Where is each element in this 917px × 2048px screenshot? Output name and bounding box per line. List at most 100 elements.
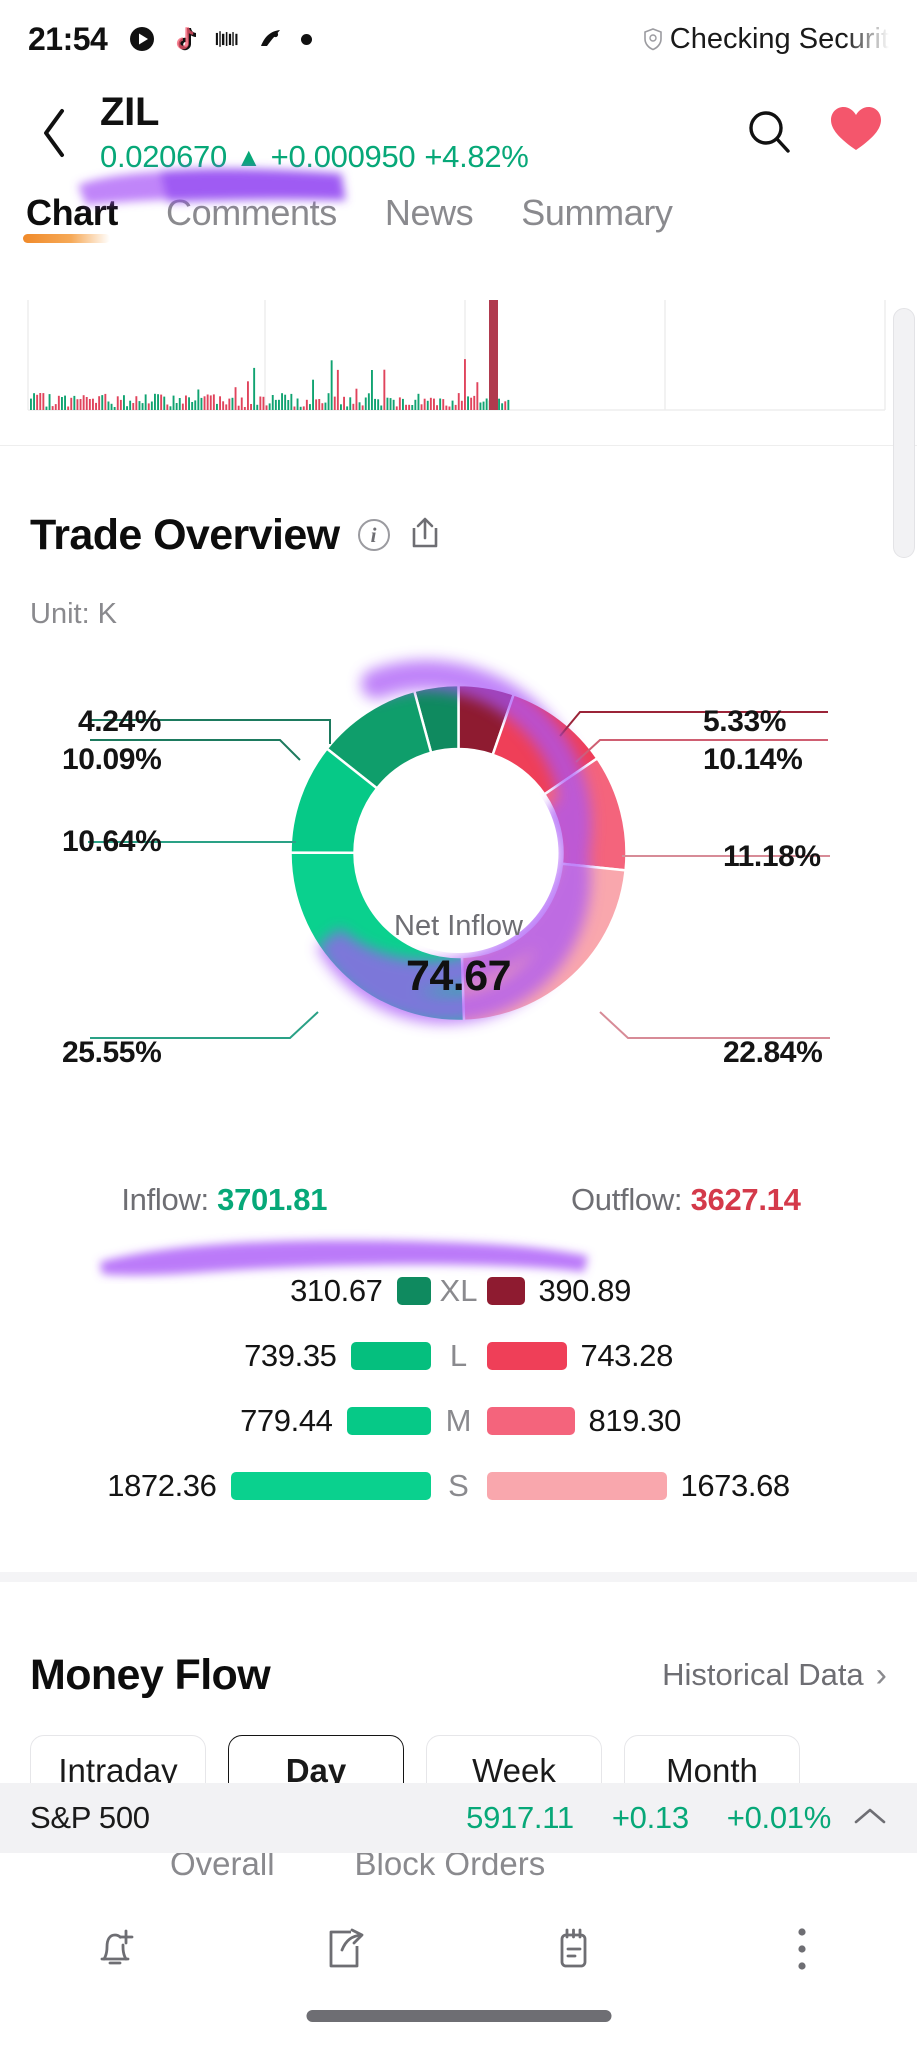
quote-row: 0.020670 ▲ +0.000950 +4.82% <box>100 139 529 175</box>
favorite-heart-icon[interactable] <box>829 104 883 163</box>
inflow-label: Inflow: <box>121 1182 209 1217</box>
tab-chart[interactable]: Chart <box>20 192 124 243</box>
row-size-l: L <box>449 1337 468 1373</box>
ticker-values: 5917.11 +0.13 +0.01% <box>466 1800 831 1836</box>
outflow-value: 3627.14 <box>690 1182 801 1217</box>
in-bar-xl <box>396 1276 431 1305</box>
pie-label-out-s: 22.84% <box>723 1036 823 1069</box>
table-row: 779.44 M 819.30 <box>0 1388 917 1453</box>
volume-histogram[interactable] <box>0 300 917 446</box>
row-out-l: 743.28 <box>486 1337 917 1374</box>
tab-summary[interactable]: Summary <box>515 192 678 234</box>
notes-icon[interactable] <box>459 1922 688 1974</box>
out-value-l: 743.28 <box>580 1337 674 1373</box>
back-button[interactable] <box>26 105 82 161</box>
donut-leader-line-7 <box>599 1011 830 1039</box>
status-bar-icons <box>129 26 313 52</box>
ticker-name: S&P 500 <box>30 1800 150 1835</box>
ticker-change-percent: +0.01% <box>726 1800 832 1835</box>
pie-label-out-xl: 5.33% <box>703 705 787 738</box>
status-bar-right: Checking Securit <box>640 23 889 56</box>
in-bar-l <box>350 1341 431 1370</box>
out-bar-m <box>486 1406 575 1435</box>
table-row: 739.35 L 743.28 <box>0 1323 917 1388</box>
historical-data-link[interactable]: Historical Data › <box>662 1657 887 1693</box>
in-bar-m <box>346 1406 431 1435</box>
in-bar-s <box>230 1471 431 1500</box>
row-size-m: M <box>445 1402 472 1438</box>
out-bar-s <box>486 1471 667 1500</box>
page-header: ZIL 0.020670 ▲ +0.000950 +4.82% <box>0 78 917 188</box>
money-flow-title: Money Flow <box>30 1650 271 1699</box>
trade-overview-unit: Unit: K <box>30 598 118 630</box>
row-in-xl: 310.67 <box>0 1273 431 1309</box>
row-in-l: 739.35 <box>0 1338 431 1374</box>
out-value-s: 1673.68 <box>680 1467 791 1503</box>
share-icon[interactable] <box>408 516 442 555</box>
search-icon[interactable] <box>743 105 795 162</box>
alert-bell-icon[interactable] <box>0 1922 229 1976</box>
info-icon[interactable]: i <box>357 519 390 551</box>
pie-label-out-m: 11.18% <box>723 840 821 873</box>
chevron-up-icon[interactable] <box>853 1801 887 1835</box>
outflow-total: Outflow: 3627.14 <box>459 1182 888 1236</box>
in-value-m: 779.44 <box>240 1402 333 1438</box>
pie-label-in-m: 10.64% <box>62 825 162 858</box>
in-value-s: 1872.36 <box>107 1467 217 1503</box>
quote-change: +0.000950 <box>270 138 416 174</box>
donut-center-value: 74.67 <box>405 952 512 1000</box>
flow-totals: Inflow: 3701.81 Outflow: 3627.14 <box>0 1182 917 1236</box>
inflow-total: Inflow: 3701.81 <box>30 1182 459 1236</box>
row-size-s: S <box>448 1467 469 1503</box>
section-divider <box>0 1572 917 1582</box>
quote-change-percent: +4.82% <box>424 138 529 174</box>
donut-leader-line-4 <box>559 711 828 737</box>
row-in-m: 779.44 <box>0 1403 431 1439</box>
index-ticker-bar[interactable]: S&P 500 5917.11 +0.13 +0.01% <box>0 1783 917 1853</box>
more-vertical-icon[interactable] <box>688 1922 917 1976</box>
row-out-s: 1673.68 <box>486 1467 917 1504</box>
ticker-value: 5917.11 <box>466 1800 574 1835</box>
home-indicator <box>306 2010 611 2022</box>
chevron-right-icon: › <box>875 1656 887 1694</box>
row-size-xl: XL <box>439 1272 478 1308</box>
donut-leader-line-3 <box>90 1011 319 1039</box>
row-out-xl: 390.89 <box>486 1273 917 1309</box>
bottom-toolbar <box>0 1888 917 2048</box>
symbol-name: ZIL <box>100 90 160 135</box>
tab-comments[interactable]: Comments <box>160 192 343 234</box>
tab-news[interactable]: News <box>379 192 479 234</box>
in-value-l: 739.35 <box>244 1337 337 1373</box>
out-bar-xl <box>486 1276 525 1305</box>
app-icon <box>258 26 284 52</box>
section-tabs: Chart Comments News Summary <box>0 192 917 264</box>
shield-icon <box>640 26 666 52</box>
app-screen: 21:54 Checking Securit ZIL 0.020670 ▲ +0… <box>0 0 917 2048</box>
trade-overview-header: Trade Overview i <box>0 500 917 570</box>
up-arrow-icon: ▲ <box>235 141 262 172</box>
pie-label-out-l: 10.14% <box>703 743 803 776</box>
play-store-icon <box>129 26 155 52</box>
trust-wallet-icon <box>215 26 241 52</box>
header-actions <box>743 104 891 163</box>
trade-overview-title: Trade Overview <box>30 510 340 559</box>
row-in-s: 1872.36 <box>0 1468 431 1504</box>
out-bar-l <box>486 1341 567 1370</box>
pie-label-in-l: 10.09% <box>62 743 162 776</box>
dot-badge-icon <box>301 33 313 45</box>
quote-price: 0.020670 <box>100 138 227 174</box>
historical-data-label: Historical Data <box>662 1657 864 1692</box>
pie-label-in-xl: 4.24% <box>78 705 162 738</box>
outflow-label: Outflow: <box>570 1182 683 1217</box>
in-value-xl: 310.67 <box>290 1272 383 1308</box>
row-out-m: 819.30 <box>486 1403 917 1439</box>
table-row: 1872.36 S 1673.68 <box>0 1453 917 1518</box>
status-bar-right-label: Checking Securit <box>669 22 889 55</box>
status-bar-time: 21:54 <box>28 20 108 57</box>
donut-center-caption: Net Inflow <box>394 910 523 942</box>
pie-label-in-s: 25.55% <box>62 1036 162 1069</box>
table-row: 310.67 XL 390.89 <box>0 1258 917 1323</box>
inflow-value: 3701.81 <box>217 1182 328 1217</box>
share-icon[interactable] <box>229 1922 458 1974</box>
ticker-change: +0.13 <box>611 1800 689 1835</box>
